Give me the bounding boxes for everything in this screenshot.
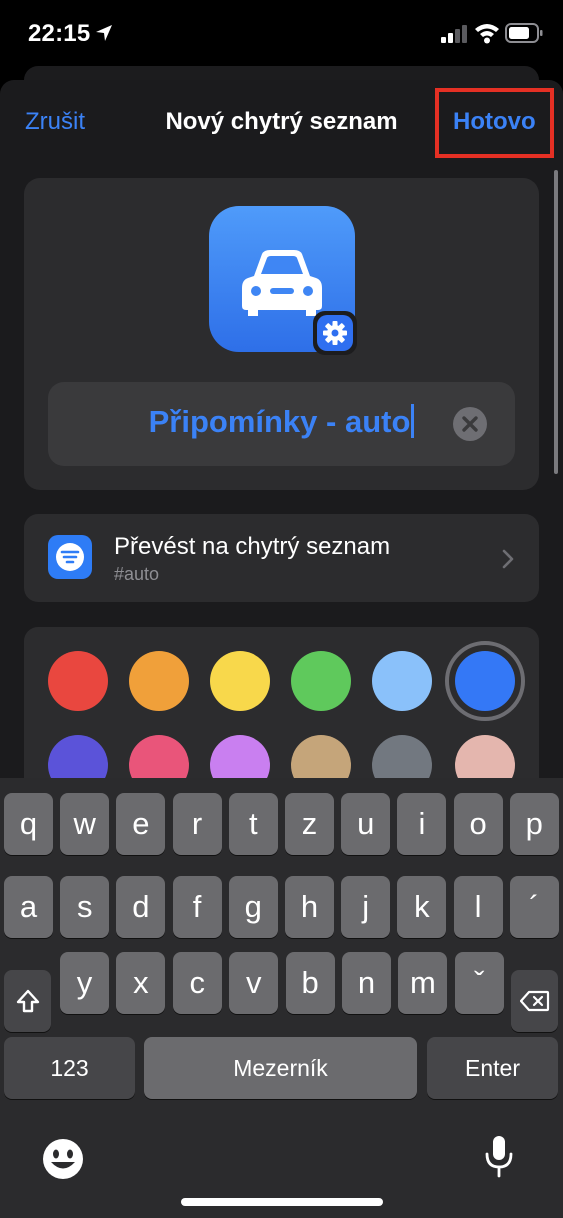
numbers-key[interactable]: 123 xyxy=(4,1037,135,1099)
convert-row-title: Převést na chytrý seznam xyxy=(114,533,391,560)
key-k[interactable]: k xyxy=(397,876,447,938)
key-e[interactable]: e xyxy=(116,793,166,855)
status-time: 22:15 xyxy=(28,20,91,47)
gear-icon xyxy=(317,315,353,351)
key-x[interactable]: x xyxy=(116,952,166,1014)
key-b[interactable]: b xyxy=(285,952,335,1014)
key-p[interactable]: p xyxy=(509,793,559,855)
color-swatch[interactable] xyxy=(291,651,351,711)
key-z[interactable]: z xyxy=(285,793,334,855)
key-q[interactable]: q xyxy=(4,793,53,855)
key-t[interactable]: t xyxy=(228,793,278,855)
key-l[interactable]: l xyxy=(453,876,503,938)
color-swatch[interactable] xyxy=(129,651,189,711)
shift-key[interactable] xyxy=(4,970,51,1032)
key-w[interactable]: w xyxy=(60,793,110,855)
filter-list-icon xyxy=(48,535,92,579)
key-y[interactable]: y xyxy=(60,952,109,1014)
key-g[interactable]: g xyxy=(228,876,278,938)
key-h[interactable]: h xyxy=(285,876,334,938)
wifi-icon xyxy=(475,24,499,44)
key-c[interactable]: c xyxy=(172,952,222,1014)
key-s[interactable]: s xyxy=(60,876,110,938)
dictation-mic-icon[interactable] xyxy=(484,1134,514,1180)
key-j[interactable]: j xyxy=(341,876,391,938)
key-i[interactable]: i xyxy=(397,793,447,855)
key-n[interactable]: n xyxy=(342,952,391,1014)
key-´[interactable]: ´ xyxy=(509,876,559,938)
location-arrow-icon xyxy=(96,25,112,41)
list-name-input[interactable]: Připomínky - auto xyxy=(48,382,515,466)
emoji-icon[interactable] xyxy=(41,1137,85,1181)
color-swatch-selected[interactable] xyxy=(455,651,515,711)
cancel-button[interactable]: Zrušit xyxy=(25,108,85,136)
status-bar: 22:15 xyxy=(0,0,563,66)
list-name-value: Připomínky - auto xyxy=(148,404,411,439)
enter-key[interactable]: Enter xyxy=(427,1037,558,1099)
color-swatch[interactable] xyxy=(372,651,432,711)
scroll-indicator[interactable] xyxy=(554,170,558,474)
space-key[interactable]: Mezerník xyxy=(144,1037,417,1099)
color-swatch[interactable] xyxy=(48,651,108,711)
key-d[interactable]: d xyxy=(116,876,166,938)
shift-icon xyxy=(16,989,39,1013)
battery-icon xyxy=(505,23,543,43)
chevron-right-icon xyxy=(502,549,514,569)
color-swatch[interactable] xyxy=(210,651,270,711)
key-o[interactable]: o xyxy=(453,793,503,855)
backspace-icon xyxy=(519,990,549,1012)
key-m[interactable]: m xyxy=(398,952,448,1014)
text-caret xyxy=(411,404,415,438)
clear-text-icon[interactable] xyxy=(452,406,488,442)
car-icon xyxy=(242,250,322,316)
key-r[interactable]: r xyxy=(172,793,222,855)
home-indicator[interactable] xyxy=(181,1198,383,1206)
key-f[interactable]: f xyxy=(172,876,222,938)
key-u[interactable]: u xyxy=(341,793,391,855)
key-ˇ[interactable]: ˇ xyxy=(454,952,504,1014)
signal-icon xyxy=(441,25,467,43)
key-v[interactable]: v xyxy=(229,952,279,1014)
done-button-highlight xyxy=(435,88,554,158)
convert-row-subtitle: #auto xyxy=(114,564,160,584)
backspace-key[interactable] xyxy=(511,970,558,1032)
key-a[interactable]: a xyxy=(4,876,53,938)
